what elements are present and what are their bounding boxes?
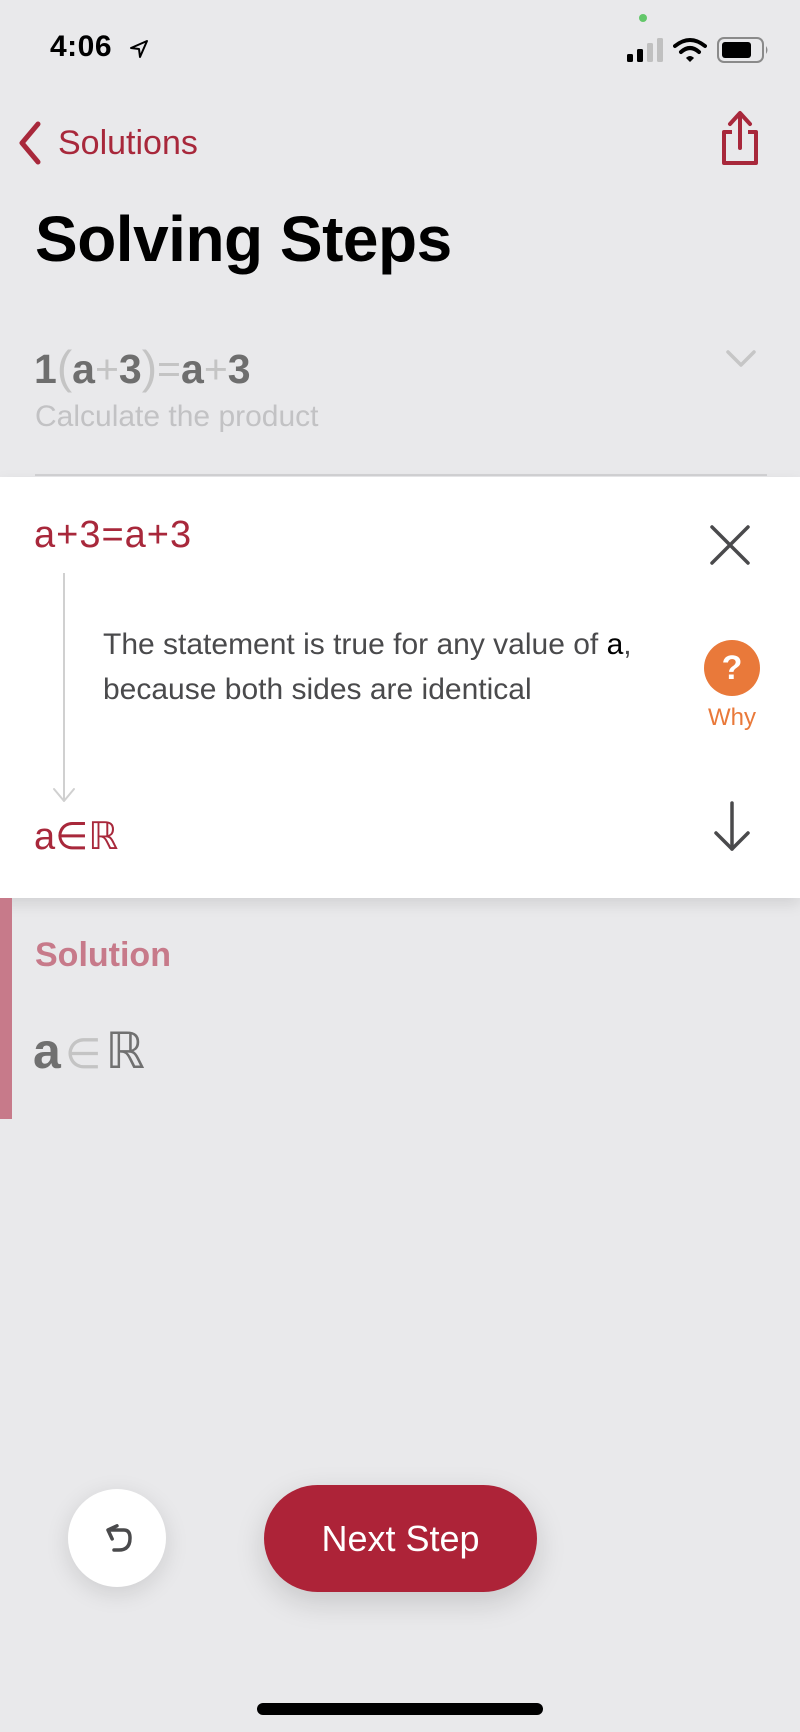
expr-plus: + <box>203 346 228 392</box>
battery-icon <box>717 37 768 63</box>
expr-coefficient: 1 <box>34 346 57 392</box>
wifi-icon <box>673 38 707 62</box>
explanation-text: The statement is true for any value of <box>103 628 607 661</box>
expr-var: a <box>72 346 95 392</box>
share-icon[interactable] <box>716 108 764 170</box>
signal-icon <box>627 38 663 62</box>
why-label: Why <box>708 704 756 731</box>
previous-step[interactable]: 1(a+3)=a+3 Calculate the product <box>0 320 800 476</box>
location-arrow-icon <box>130 40 148 58</box>
back-label: Solutions <box>58 123 198 162</box>
explanation-variable: a <box>606 628 624 661</box>
undo-icon <box>106 1524 132 1552</box>
undo-button[interactable] <box>68 1489 166 1587</box>
expr-close-paren: ) <box>141 341 158 393</box>
solution-label: Solution <box>35 936 171 974</box>
step-divider <box>35 474 767 476</box>
expr-equals: = <box>157 346 181 392</box>
previous-step-description: Calculate the product <box>35 400 319 433</box>
expr-number: 3 <box>227 346 251 392</box>
current-step-expression: a+3=a+3 <box>34 514 193 556</box>
next-step-button[interactable]: Next Step <box>264 1485 537 1592</box>
arrow-down-icon[interactable] <box>710 799 754 855</box>
privacy-indicator-dot <box>639 14 647 22</box>
screen: 4:06 Solutions Solving Steps 1(a+3)=a+3 <box>0 0 800 1732</box>
home-indicator[interactable] <box>257 1703 543 1715</box>
solution-real-set: ℝ <box>105 1022 146 1080</box>
expr-plus: + <box>94 346 119 392</box>
previous-step-expression: 1(a+3)=a+3 <box>34 340 251 394</box>
chevron-left-icon <box>19 121 41 165</box>
expr-open-paren: ( <box>56 341 73 393</box>
arrow-down-connector-icon <box>53 573 75 802</box>
expr-var: a <box>181 346 204 392</box>
question-mark-icon: ? <box>704 640 760 696</box>
solution-element-of: ∈ <box>64 1029 102 1078</box>
step-result-expression: a∈ℝ <box>34 814 118 859</box>
status-time: 4:06 <box>50 30 113 63</box>
step-explanation: The statement is true for any value of a… <box>103 622 663 712</box>
expr-number: 3 <box>118 346 142 392</box>
why-button[interactable]: ? Why <box>697 640 767 740</box>
chevron-down-icon[interactable] <box>724 346 758 372</box>
result-element-of: ∈ <box>55 814 89 858</box>
close-icon[interactable] <box>704 519 756 571</box>
back-button[interactable]: Solutions <box>16 118 198 168</box>
page-title: Solving Steps <box>35 203 452 275</box>
current-step-card: a+3=a+3 The statement is true for any va… <box>0 477 800 898</box>
solution-accent-bar <box>0 898 12 1119</box>
result-var: a <box>34 816 56 858</box>
solution-expression: a∈ℝ <box>33 1022 145 1080</box>
result-real-set: ℝ <box>88 814 119 858</box>
solution-var: a <box>33 1023 61 1079</box>
